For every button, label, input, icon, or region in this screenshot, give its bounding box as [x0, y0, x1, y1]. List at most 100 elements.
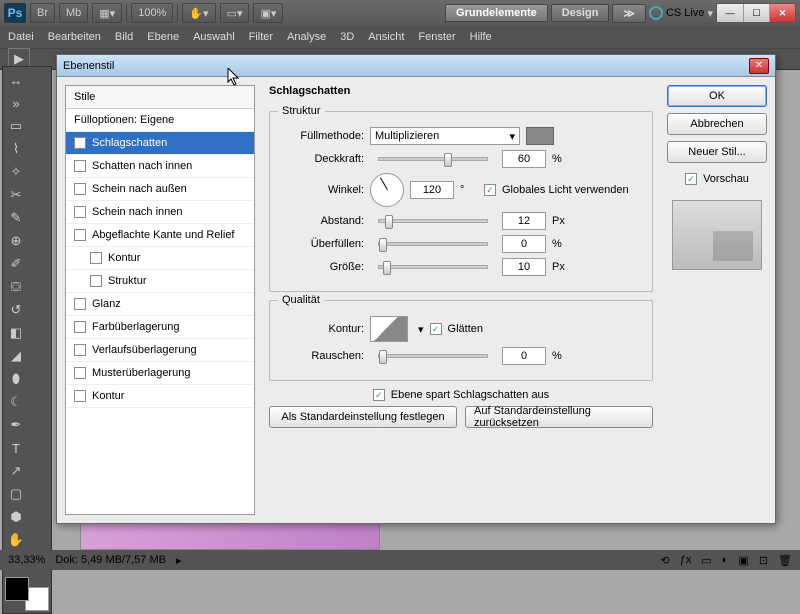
menu-3d[interactable]: 3D — [340, 31, 354, 43]
set-default-button[interactable]: Als Standardeinstellung festlegen — [269, 406, 457, 428]
style-item-2[interactable]: Schein nach außen — [66, 178, 254, 201]
knockout-checkbox[interactable]: ✓ — [373, 389, 385, 401]
workspace-grundelemente[interactable]: Grundelemente — [445, 4, 548, 22]
appbar-btn-hand[interactable]: ✋▾ — [182, 3, 215, 23]
dialog-close-button[interactable]: ✕ — [749, 58, 769, 74]
blend-options-item[interactable]: Fülloptionen: Eigene — [66, 109, 254, 132]
distance-input[interactable] — [502, 212, 546, 230]
spread-input[interactable] — [502, 235, 546, 253]
new-style-button[interactable]: Neuer Stil... — [667, 141, 767, 163]
style-item-8[interactable]: Farbüberlagerung — [66, 316, 254, 339]
menu-bild[interactable]: Bild — [115, 31, 133, 43]
appbar-btn-grid[interactable]: ▦▾ — [92, 3, 122, 23]
angle-input[interactable] — [410, 181, 454, 199]
color-swatches[interactable] — [5, 577, 49, 611]
status-icon[interactable]: ◐ — [722, 554, 729, 566]
menu-fenster[interactable]: Fenster — [418, 31, 455, 43]
style-checkbox[interactable] — [74, 206, 86, 218]
blendmode-select[interactable]: Multiplizieren▾ — [370, 127, 520, 145]
status-icon[interactable]: 🗑 — [778, 554, 792, 567]
gradient-tool[interactable]: ◢ — [5, 345, 27, 367]
stamp-tool[interactable]: ⛋ — [5, 276, 27, 298]
cancel-button[interactable]: Abbrechen — [667, 113, 767, 135]
reset-default-button[interactable]: Auf Standardeinstellung zurücksetzen — [465, 406, 653, 428]
status-icon[interactable]: ⟲ — [661, 554, 670, 567]
appbar-btn-screen[interactable]: ▣▾ — [253, 3, 283, 23]
menu-filter[interactable]: Filter — [249, 31, 273, 43]
eraser-tool[interactable]: ◧ — [5, 322, 27, 344]
dodge-tool[interactable]: ☾ — [5, 391, 27, 413]
appbar-btn-arrange[interactable]: ▭▾ — [220, 3, 250, 23]
size-input[interactable] — [502, 258, 546, 276]
status-doc[interactable]: Dok: 5,49 MB/7,57 MB — [55, 554, 166, 566]
style-item-1[interactable]: Schatten nach innen — [66, 155, 254, 178]
preview-checkbox[interactable]: ✓ — [685, 173, 697, 185]
noise-slider[interactable] — [378, 354, 488, 358]
3d-tool[interactable]: ⬢ — [5, 506, 27, 528]
menu-analyse[interactable]: Analyse — [287, 31, 326, 43]
menu-ansicht[interactable]: Ansicht — [368, 31, 404, 43]
style-item-4[interactable]: Abgeflachte Kante und Relief — [66, 224, 254, 247]
opacity-slider[interactable] — [378, 157, 488, 161]
style-item-10[interactable]: Musterüberlagerung — [66, 362, 254, 385]
appbar-btn-mb[interactable]: Mb — [59, 3, 88, 23]
style-checkbox[interactable] — [90, 252, 102, 264]
heal-tool[interactable]: ⊕ — [5, 230, 27, 252]
status-icon[interactable]: ƒx — [680, 554, 692, 566]
noise-input[interactable] — [502, 347, 546, 365]
style-item-9[interactable]: Verlaufsüberlagerung — [66, 339, 254, 362]
blur-tool[interactable]: ⬮ — [5, 368, 27, 390]
close-button[interactable]: ✕ — [769, 4, 795, 22]
expand-icon[interactable]: » — [5, 92, 27, 114]
style-checkbox[interactable] — [74, 344, 86, 356]
style-item-6[interactable]: Struktur — [66, 270, 254, 293]
style-item-3[interactable]: Schein nach innen — [66, 201, 254, 224]
menu-auswahl[interactable]: Auswahl — [193, 31, 235, 43]
style-checkbox[interactable] — [74, 367, 86, 379]
antialias-checkbox[interactable]: ✓ — [430, 323, 442, 335]
history-brush-tool[interactable]: ↺ — [5, 299, 27, 321]
cslive-menu[interactable]: CS Live ▾ — [649, 6, 713, 20]
status-zoom[interactable]: 33,33% — [8, 554, 45, 566]
style-item-11[interactable]: Kontur — [66, 385, 254, 408]
lasso-tool[interactable]: ⌇ — [5, 138, 27, 160]
ok-button[interactable]: OK — [667, 85, 767, 107]
status-icon[interactable]: ⊡ — [759, 554, 768, 567]
menu-hilfe[interactable]: Hilfe — [470, 31, 492, 43]
style-checkbox[interactable] — [90, 275, 102, 287]
zoom-level[interactable]: 100% — [131, 3, 173, 23]
angle-dial[interactable] — [370, 173, 404, 207]
style-item-7[interactable]: Glanz — [66, 293, 254, 316]
status-icon[interactable]: ▣ — [738, 554, 748, 567]
brush-tool[interactable]: ✐ — [5, 253, 27, 275]
marquee-tool[interactable]: ▭ — [5, 115, 27, 137]
menu-ebene[interactable]: Ebene — [147, 31, 179, 43]
wand-tool[interactable]: ✧ — [5, 161, 27, 183]
hand-tool[interactable]: ✋ — [5, 529, 27, 551]
style-checkbox[interactable] — [74, 183, 86, 195]
shadow-color-swatch[interactable] — [526, 127, 554, 145]
menu-datei[interactable]: Datei — [8, 31, 34, 43]
type-tool[interactable]: T — [5, 437, 27, 459]
crop-tool[interactable]: ✂ — [5, 184, 27, 206]
global-light-checkbox[interactable]: ✓ — [484, 184, 496, 196]
style-checkbox[interactable]: ✓ — [74, 137, 86, 149]
appbar-btn-br[interactable]: Br — [30, 3, 55, 23]
dialog-titlebar[interactable]: Ebenenstil ✕ — [57, 55, 775, 77]
workspace-design[interactable]: Design — [551, 4, 610, 22]
eyedropper-tool[interactable]: ✎ — [5, 207, 27, 229]
pen-tool[interactable]: ✒ — [5, 414, 27, 436]
style-checkbox[interactable] — [74, 229, 86, 241]
path-tool[interactable]: ↗ — [5, 460, 27, 482]
style-checkbox[interactable] — [74, 390, 86, 402]
style-item-5[interactable]: Kontur — [66, 247, 254, 270]
shape-tool[interactable]: ▢ — [5, 483, 27, 505]
style-list-header[interactable]: Stile — [66, 86, 254, 109]
contour-picker[interactable] — [370, 316, 408, 342]
spread-slider[interactable] — [378, 242, 488, 246]
status-icon[interactable]: ▭ — [701, 554, 711, 567]
size-slider[interactable] — [378, 265, 488, 269]
workspace-more[interactable]: ≫ — [612, 4, 646, 23]
style-checkbox[interactable] — [74, 298, 86, 310]
move-tool[interactable]: ↔ — [5, 69, 27, 91]
